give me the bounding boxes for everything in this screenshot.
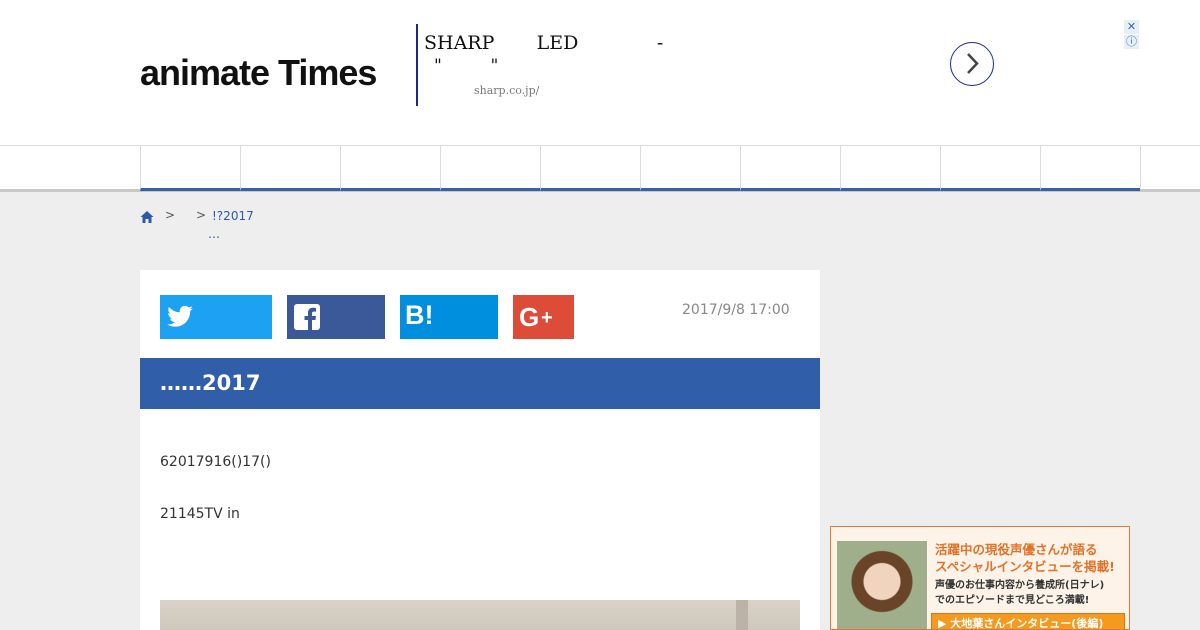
facebook-share-button[interactable]	[287, 295, 385, 339]
site-logo[interactable]: animate Times	[140, 52, 377, 94]
nav-item[interactable]	[1040, 146, 1140, 191]
google-plus-share-button[interactable]: G +	[513, 295, 574, 339]
article-paragraph: 21145TV in	[160, 506, 240, 522]
nav-item[interactable]	[740, 146, 840, 191]
sidebar-ad-subtext-line: 声優のお仕事内容から養成所(日ナレ)	[935, 580, 1105, 591]
publish-date: 2017/9/8 17:00	[682, 302, 790, 318]
ad-url[interactable]: sharp.co.jp/	[474, 84, 539, 97]
header-ad[interactable]: SHARP LED - " " sharp.co.jp/	[416, 24, 998, 106]
twitter-share-button[interactable]	[160, 295, 272, 339]
breadcrumb-separator: >	[165, 208, 176, 222]
google-plus-icon: G +	[519, 303, 553, 331]
twitter-icon	[167, 305, 193, 327]
breadcrumb-separator: >	[196, 208, 207, 222]
sidebar-ad-headline-line: 活躍中の現役声優さんが語る	[935, 542, 1098, 557]
breadcrumb-ellipsis[interactable]: …	[208, 227, 220, 241]
ad-subline[interactable]: " "	[434, 56, 498, 76]
article-title: ……2017	[140, 358, 820, 409]
sidebar-ad-headline: 活躍中の現役声優さんが語る スペシャルインタビューを掲載!	[935, 541, 1115, 575]
ad-badge[interactable]: ✕ ⓘ	[1124, 20, 1140, 51]
site-header: animate Times SHARP LED - " " sharp.co.j…	[0, 0, 1200, 145]
nav-item[interactable]	[440, 146, 540, 191]
nav-item[interactable]	[240, 146, 340, 191]
article-card: B! G + 2017/9/8 17:00 ……2017 62017916()1…	[140, 270, 820, 630]
sidebar-ad-banner[interactable]: 活躍中の現役声優さんが語る スペシャルインタビューを掲載! 声優のお仕事内容から…	[830, 526, 1130, 630]
hatena-icon: B!	[405, 300, 434, 330]
svg-text:G: G	[519, 303, 539, 331]
nav-item[interactable]	[840, 146, 940, 191]
main-nav	[0, 145, 1200, 192]
nav-item[interactable]	[540, 146, 640, 191]
interview-button[interactable]: ▶ 大地葉さんインタビュー(後編)	[931, 613, 1125, 629]
chevron-right-icon	[967, 53, 979, 74]
article-paragraph: 62017916()17()	[160, 454, 271, 470]
home-icon[interactable]	[140, 210, 154, 224]
hatena-bookmark-button[interactable]: B!	[400, 295, 498, 339]
nav-item[interactable]	[140, 146, 240, 191]
nav-item[interactable]	[340, 146, 440, 191]
article-photo	[160, 600, 800, 630]
sidebar-ad-subtext: 声優のお仕事内容から養成所(日ナレ) でのエピソードまで見どころ満載!	[935, 578, 1104, 608]
nav-item[interactable]	[940, 146, 1040, 191]
sidebar-ad-subtext-line: でのエピソードまで見どころ満載!	[935, 595, 1090, 606]
nav-item[interactable]	[1140, 146, 1200, 188]
ad-close-icon[interactable]: ✕	[1124, 20, 1139, 34]
sidebar-ad-headline-line: スペシャルインタビューを掲載!	[935, 559, 1115, 574]
ad-next-button[interactable]	[950, 42, 994, 86]
breadcrumb-current[interactable]: !?2017	[212, 209, 254, 223]
nav-item[interactable]	[640, 146, 740, 191]
svg-text:+: +	[541, 307, 553, 329]
ad-headline[interactable]: SHARP LED -	[424, 32, 663, 54]
facebook-icon	[294, 304, 320, 330]
ad-info-icon[interactable]: ⓘ	[1124, 35, 1139, 49]
voice-actor-photo	[837, 541, 927, 629]
